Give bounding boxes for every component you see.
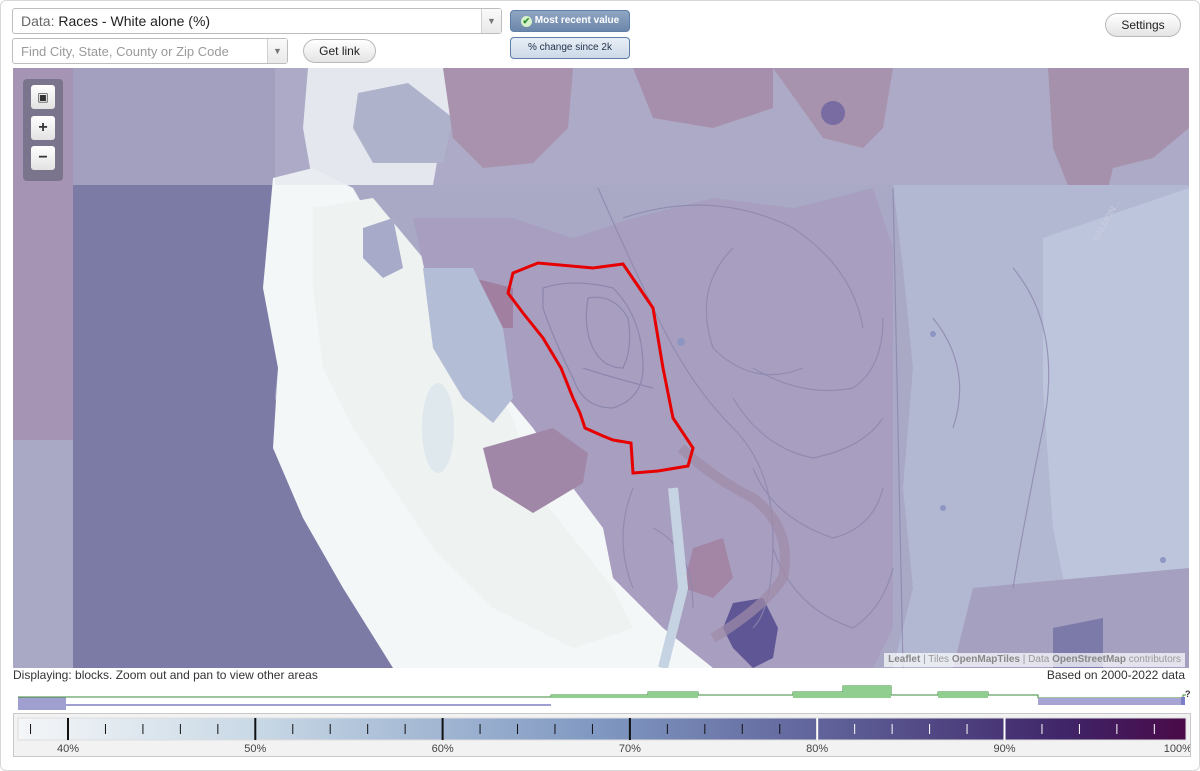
map-attribution: Leaflet | Tiles OpenMapTiles | Data Open… xyxy=(884,653,1185,667)
displaying-note: Displaying: blocks. Zoom out and pan to … xyxy=(13,668,318,682)
legend-scale-svg: 40% 50% 60% 70% 80% 90% 100% xyxy=(17,717,1190,755)
legend-tick-label: 90% xyxy=(993,743,1015,755)
most-recent-value-button[interactable]: ✔ Most recent value xyxy=(510,10,630,32)
data-select-prefix: Data: xyxy=(21,13,55,29)
legend-tick-label: 40% xyxy=(57,743,79,755)
leaflet-link[interactable]: Leaflet xyxy=(888,654,920,665)
pct-change-label: % change since 2k xyxy=(528,42,612,53)
chevron-down-icon[interactable]: ▼ xyxy=(267,39,287,63)
attribution-sep: | Data xyxy=(1020,654,1053,665)
attribution-suffix: contributors xyxy=(1125,654,1181,665)
legend-help-icon[interactable]: ? xyxy=(1185,689,1191,699)
legend-scale: 40% 50% 60% 70% 80% 90% 100% xyxy=(13,713,1191,757)
zoom-in-icon[interactable]: + xyxy=(31,116,55,140)
fullscreen-icon[interactable]: ▣ xyxy=(31,85,55,109)
get-link-button[interactable]: Get link xyxy=(303,39,376,63)
legend-tick-label: 100% xyxy=(1164,743,1190,755)
location-search[interactable]: ▼ xyxy=(12,38,288,64)
legend-histogram: ? xyxy=(18,685,1191,710)
location-search-input[interactable] xyxy=(13,39,263,63)
zoom-out-icon[interactable]: − xyxy=(31,146,55,170)
chevron-down-icon[interactable]: ▼ xyxy=(481,9,501,33)
most-recent-label: Most recent value xyxy=(534,15,620,26)
openstreetmap-link[interactable]: OpenStreetMap xyxy=(1052,654,1126,665)
data-range-note: Based on 2000-2022 data xyxy=(1046,668,1185,682)
pct-change-button[interactable]: % change since 2k xyxy=(510,37,630,59)
map-canvas[interactable]: BALMON... xyxy=(13,68,1189,668)
openmaptiles-link[interactable]: OpenMapTiles xyxy=(952,654,1020,665)
data-select[interactable]: Data: Races - White alone (%) ▼ xyxy=(12,8,502,34)
settings-button[interactable]: Settings xyxy=(1105,13,1181,37)
legend-tick-label: 60% xyxy=(432,743,454,755)
data-select-value: Races - White alone (%) xyxy=(58,13,211,29)
app-frame: Data: Races - White alone (%) ▼ ▼ Get li… xyxy=(0,0,1200,771)
legend-tick-label: 70% xyxy=(619,743,641,755)
attribution-sep: | Tiles xyxy=(920,654,952,665)
map-layer: BALMON... xyxy=(13,68,1189,668)
check-icon: ✔ xyxy=(520,16,532,27)
zoom-controls: ▣ + − xyxy=(23,79,63,181)
legend-tick-label: 80% xyxy=(806,743,828,755)
legend-tick-label: 50% xyxy=(244,743,266,755)
